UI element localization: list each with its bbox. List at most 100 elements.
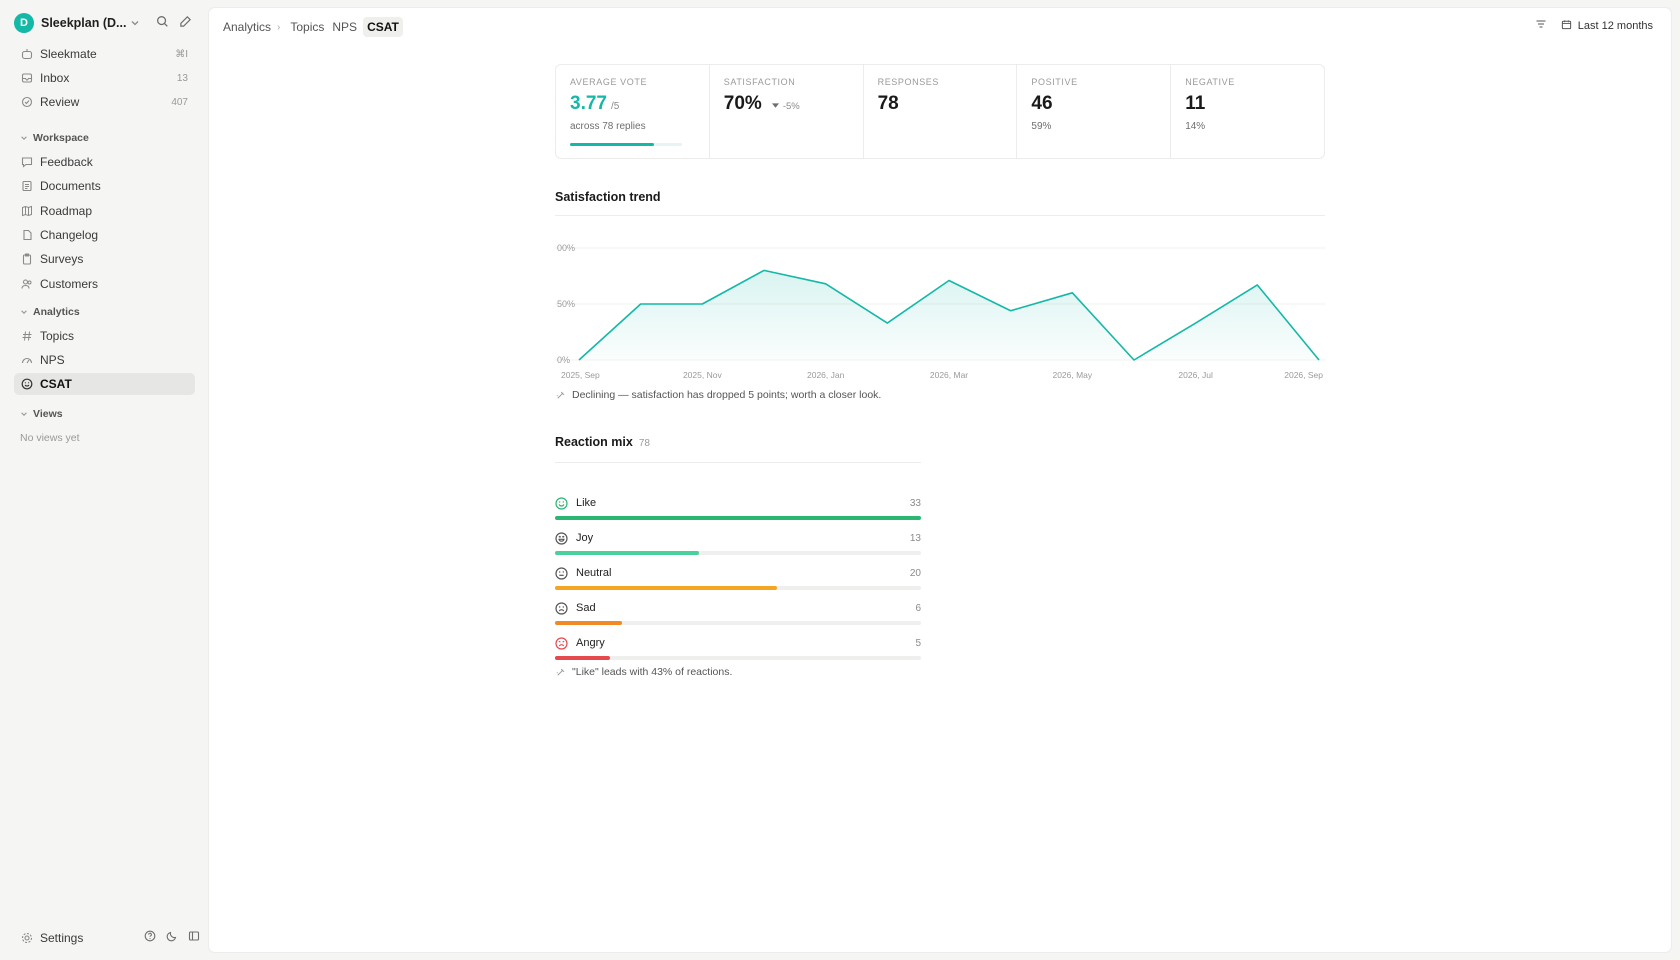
trend-insight: Declining — satisfaction has dropped 5 p…	[555, 389, 881, 401]
joy-icon	[555, 531, 568, 545]
x-tick-label: 2026, Sep	[1284, 370, 1323, 380]
sidebar-item-changelog[interactable]: Changelog	[14, 224, 195, 246]
settings-label: Settings	[40, 931, 84, 945]
reaction-label: Joy	[576, 532, 594, 544]
inbox-icon	[20, 71, 34, 85]
sidebar-item-label: Review	[40, 95, 80, 109]
section-label: Analytics	[33, 306, 80, 318]
sidebar-toggle-icon[interactable]	[188, 930, 200, 945]
workspace-switcher[interactable]: D Sleekplan (D...	[14, 12, 196, 34]
sidebar-item-topics[interactable]: Topics	[14, 325, 195, 347]
sidebar-item-label: Inbox	[40, 71, 70, 85]
date-range-button[interactable]: Last 12 months	[1561, 19, 1653, 33]
reaction-bar-fill	[555, 586, 777, 590]
x-tick-label: 2026, Jan	[807, 370, 845, 380]
empty-views-text: No views yet	[20, 432, 80, 444]
sidebar-item-csat[interactable]: CSAT	[14, 373, 195, 395]
reaction-row-neutral: Neutral 20	[555, 564, 921, 594]
clipboard-icon	[20, 252, 34, 266]
main-panel: Analytics › Topics NPS CSAT Last 12 mont…	[209, 8, 1671, 952]
kpi-label: NEGATIVE	[1185, 77, 1235, 87]
breadcrumb: Analytics › Topics NPS CSAT	[219, 17, 403, 37]
kpi-value: 78	[877, 93, 899, 114]
section-views[interactable]: Views	[20, 408, 63, 420]
sidebar-item-label: CSAT	[40, 377, 72, 391]
sparkle-icon	[556, 391, 565, 399]
chevron-right-icon: ›	[277, 21, 281, 33]
sidebar-item-label: Documents	[40, 179, 101, 193]
message-icon	[20, 155, 34, 169]
sidebar-item-sleekmate[interactable]: Sleekmate ⌘I	[14, 43, 195, 65]
section-analytics[interactable]: Analytics	[20, 306, 80, 318]
workspace-name: Sleekplan (D...	[41, 16, 127, 30]
sidebar-item-surveys[interactable]: Surveys	[14, 248, 195, 270]
reaction-bar-track	[555, 551, 921, 555]
reaction-row-like: Like 33	[555, 494, 921, 524]
map-icon	[20, 204, 34, 218]
trend-title-text: Satisfaction trend	[555, 190, 661, 204]
section-label: Workspace	[33, 132, 89, 144]
help-icon[interactable]	[144, 930, 156, 945]
date-range-label: Last 12 months	[1577, 19, 1653, 32]
sidebar-item-feedback[interactable]: Feedback	[14, 151, 195, 173]
kpi-suffix: /5	[610, 101, 620, 112]
sidebar-item-review[interactable]: Review 407	[14, 91, 195, 113]
kpi-value-row: 70% -5%	[724, 93, 849, 115]
tab-csat[interactable]: CSAT	[363, 17, 403, 37]
filter-icon[interactable]	[1535, 18, 1547, 33]
reaction-insight: "Like" leads with 43% of reactions.	[555, 666, 732, 678]
users-icon	[20, 277, 34, 291]
breadcrumb-analytics[interactable]: Analytics	[219, 17, 275, 37]
kpi-responses: RESPONSES 78	[864, 65, 1018, 158]
reaction-row-sad: Sad 6	[555, 599, 921, 629]
tab-topics[interactable]: Topics	[286, 17, 328, 37]
kpi-cards: AVERAGE VOTE 3.77 /5 across 78 replies S…	[555, 64, 1325, 159]
sidebar-item-label: Roadmap	[40, 204, 93, 218]
gear-icon	[20, 931, 34, 945]
sidebar-item-label: Surveys	[40, 252, 84, 266]
kpi-positive: POSITIVE 46 59%	[1017, 65, 1172, 158]
reaction-bar-fill	[555, 516, 921, 520]
tab-nps[interactable]: NPS	[328, 17, 361, 37]
sidebar-item-roadmap[interactable]: Roadmap	[14, 200, 195, 222]
reaction-insight-text: "Like" leads with 43% of reactions.	[572, 666, 733, 678]
reaction-total: 78	[638, 438, 650, 449]
kpi-value: 3.77	[570, 93, 607, 114]
kpi-negative: NEGATIVE 11 14%	[1171, 65, 1324, 158]
sidebar-item-documents[interactable]: Documents	[14, 175, 195, 197]
caret-down-icon	[771, 101, 779, 112]
kpi-value: 70%	[723, 93, 762, 114]
sidebar-item-label: Feedback	[40, 155, 93, 169]
kpi-value-row: 3.77 /5	[570, 93, 695, 115]
reaction-count: 33	[909, 497, 921, 509]
sidebar-item-nps[interactable]: NPS	[14, 349, 195, 371]
section-label: Views	[33, 408, 63, 420]
satisfaction-trend-chart: 00% 50% 0% 2025, Sep 2025, Nov 2026, Jan 2026,…	[555, 243, 1325, 380]
reaction-bar-fill	[555, 621, 622, 625]
angry-face-icon	[555, 636, 568, 650]
section-workspace[interactable]: Workspace	[20, 132, 89, 144]
search-icon[interactable]	[156, 15, 169, 31]
kpi-label: RESPONSES	[877, 77, 940, 87]
x-tick-label: 2025, Sep	[561, 370, 600, 380]
reaction-bar-track	[555, 586, 921, 590]
x-tick-label: 2025, Nov	[683, 370, 722, 380]
reaction-count: 20	[909, 567, 921, 579]
sidebar-item-customers[interactable]: Customers	[14, 273, 195, 295]
divider	[555, 462, 921, 463]
hash-icon	[20, 329, 34, 343]
smile-icon	[555, 496, 568, 510]
sidebar-item-label: Customers	[40, 277, 99, 291]
sidebar-item-inbox[interactable]: Inbox 13	[14, 67, 195, 89]
kpi-value: 46	[1031, 93, 1053, 114]
compose-icon[interactable]	[179, 15, 192, 31]
changelog-icon	[20, 228, 34, 242]
kpi-sub: across 78 replies	[570, 121, 646, 132]
reaction-row-joy: Joy 13	[555, 529, 921, 559]
chevron-down-icon	[130, 18, 140, 28]
trend-insight-text: Declining — satisfaction has dropped 5 p…	[572, 389, 882, 401]
sparkle-icon	[556, 668, 565, 676]
reaction-bar-track	[555, 516, 921, 520]
moon-icon[interactable]	[166, 930, 178, 945]
reaction-bar-track	[555, 656, 921, 660]
